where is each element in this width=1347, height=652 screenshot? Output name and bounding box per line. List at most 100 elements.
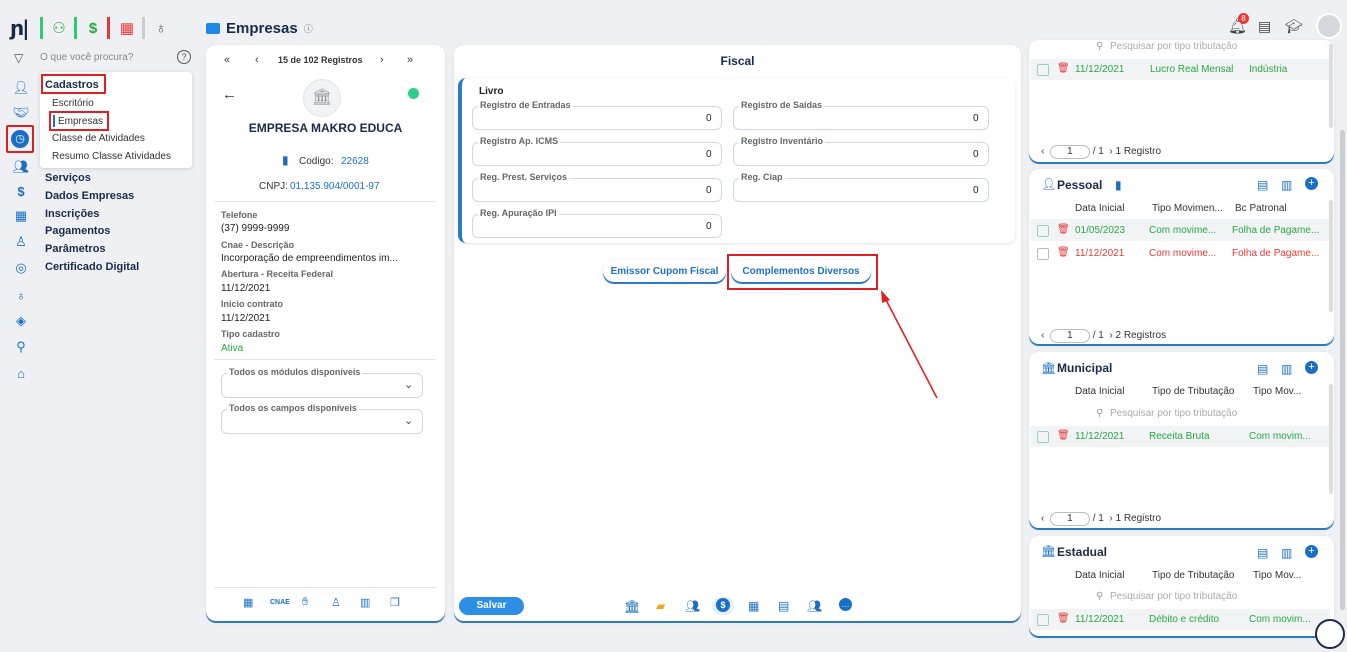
next-page-button[interactable]: › bbox=[1109, 513, 1112, 524]
submenu-item-classe-atividades[interactable]: Classe de Atividades bbox=[52, 133, 145, 144]
assistant-avatar[interactable] bbox=[1315, 619, 1345, 649]
users-icon[interactable]: 👥︎ bbox=[11, 157, 31, 177]
group-icon[interactable]: 👥︎ bbox=[807, 599, 822, 613]
file-icon[interactable]: ▤ bbox=[1257, 362, 1268, 376]
back-arrow-icon[interactable]: ← bbox=[222, 86, 237, 103]
calculator-icon[interactable]: ▦ bbox=[748, 599, 759, 613]
folder-icon[interactable]: ▰ bbox=[656, 599, 665, 613]
home-icon[interactable]: ⌂ bbox=[11, 363, 31, 383]
col-header[interactable]: Tipo de Tributação bbox=[1152, 386, 1234, 397]
scrollbar[interactable] bbox=[1329, 384, 1333, 494]
submenu-item-resumo-classe[interactable]: Resumo Classe Atividades bbox=[52, 151, 171, 162]
users-icon[interactable]: ⚇ bbox=[48, 17, 70, 39]
list-icon[interactable]: ▥ bbox=[1281, 546, 1292, 560]
user-icon[interactable]: 👤︎ bbox=[11, 78, 31, 98]
cnae-tab[interactable]: CNAE bbox=[270, 599, 290, 606]
file-edit-icon[interactable]: ▤ bbox=[778, 599, 789, 613]
row-checkbox[interactable] bbox=[1037, 614, 1049, 626]
trash-icon[interactable]: 🗑︎ bbox=[1057, 224, 1070, 235]
row-checkbox[interactable] bbox=[1037, 248, 1049, 260]
dollar-circle-icon[interactable]: $ bbox=[716, 598, 730, 612]
clock-icon[interactable]: ◷ bbox=[11, 130, 29, 148]
scrollbar[interactable] bbox=[1329, 200, 1333, 312]
page-input[interactable]: 1 bbox=[1049, 329, 1090, 343]
menu-item-dados-empresas[interactable]: Dados Empresas bbox=[45, 190, 134, 202]
app-logo[interactable]: ɲ| bbox=[10, 16, 29, 40]
calculator-icon[interactable]: ▦ bbox=[11, 206, 31, 226]
dollar-circle-icon[interactable]: $ bbox=[11, 181, 31, 201]
col-header[interactable]: Data Inicial bbox=[1075, 203, 1124, 214]
search-input[interactable]: O que você procura? bbox=[40, 52, 133, 63]
page-scrollbar[interactable] bbox=[1340, 130, 1345, 610]
file-icon[interactable]: ▤ bbox=[1257, 178, 1268, 192]
col-header[interactable]: Data Inicial bbox=[1075, 386, 1124, 397]
copy-icon[interactable]: ❐ bbox=[390, 596, 400, 609]
add-icon[interactable]: + bbox=[1305, 545, 1318, 558]
people-icon[interactable]: ♙ bbox=[331, 596, 341, 609]
avatar[interactable] bbox=[1316, 13, 1342, 39]
grid-icon[interactable]: ▦ bbox=[116, 17, 138, 39]
moneybag-icon[interactable]: ♁ bbox=[11, 285, 31, 305]
submenu-item-escritorio[interactable]: Escritório bbox=[52, 98, 94, 109]
document-icon[interactable]: ▤ bbox=[1258, 18, 1271, 35]
graduation-cap-icon[interactable]: 🎓︎ bbox=[1285, 18, 1303, 35]
add-icon[interactable]: + bbox=[1305, 361, 1318, 374]
bank-icon[interactable]: 🏛︎ bbox=[624, 599, 641, 615]
row-checkbox[interactable] bbox=[1037, 64, 1049, 76]
moneybag-icon[interactable]: ♁ bbox=[150, 17, 172, 39]
trash-icon[interactable]: 🗑︎ bbox=[1057, 63, 1070, 74]
list-icon[interactable]: ▥ bbox=[1281, 178, 1292, 192]
prev-page-button[interactable]: ‹ bbox=[1041, 330, 1044, 341]
filter-icon[interactable]: ▽ bbox=[14, 51, 23, 65]
save-button[interactable]: Salvar bbox=[459, 597, 524, 615]
complementos-diversos-button[interactable]: Complementos Diversos bbox=[731, 260, 871, 282]
search-input[interactable]: Pesquisar por tipo tributação bbox=[1110, 591, 1237, 602]
next-record-button[interactable]: › bbox=[380, 54, 384, 66]
search-icon[interactable]: ⚲ bbox=[11, 337, 31, 357]
calendar-icon[interactable]: ▦ bbox=[243, 596, 253, 609]
chevron-down-icon[interactable]: ⌄ bbox=[404, 378, 413, 391]
menu-item-certificado[interactable]: Certificado Digital bbox=[45, 261, 139, 273]
emissor-cupom-button[interactable]: Emissor Cupom Fiscal bbox=[603, 260, 726, 282]
menu-item-inscricoes[interactable]: Inscrições bbox=[45, 208, 99, 220]
col-header[interactable]: Tipo Movimen... bbox=[1152, 203, 1223, 214]
globe-icon[interactable]: ◎ bbox=[11, 258, 31, 278]
search-input[interactable]: Pesquisar por tipo tributação bbox=[1110, 41, 1237, 52]
scrollbar[interactable] bbox=[1329, 44, 1333, 128]
hand-money-icon[interactable]: ✋︎ bbox=[302, 596, 308, 609]
trash-icon[interactable]: 🗑︎ bbox=[1057, 430, 1070, 441]
menu-item-parametros[interactable]: Parâmetros bbox=[45, 243, 106, 255]
page-input[interactable]: 1 bbox=[1049, 512, 1090, 526]
chat-icon[interactable]: … bbox=[839, 598, 852, 611]
submenu-item-empresas[interactable]: Empresas bbox=[58, 116, 103, 127]
col-header[interactable]: Tipo de Tributação bbox=[1152, 570, 1234, 581]
info-icon[interactable]: ⓘ bbox=[304, 22, 313, 35]
col-header[interactable]: Tipo Mov... bbox=[1253, 570, 1301, 581]
add-icon[interactable]: + bbox=[1305, 177, 1318, 190]
prev-record-button[interactable]: ‹ bbox=[255, 54, 259, 66]
col-header[interactable]: Bc Patronal bbox=[1235, 203, 1287, 214]
menu-item-pagamentos[interactable]: Pagamentos bbox=[45, 225, 110, 237]
trash-icon[interactable]: 🗑︎ bbox=[1057, 247, 1070, 258]
table-icon[interactable]: ▥ bbox=[360, 596, 370, 609]
layers-icon[interactable]: ◈ bbox=[11, 311, 31, 331]
doc-icon[interactable]: ▮ bbox=[1115, 178, 1122, 192]
next-page-button[interactable]: › bbox=[1109, 146, 1112, 157]
people-icon[interactable]: 👥︎ bbox=[685, 599, 700, 613]
person-icon[interactable]: ♙ bbox=[11, 232, 31, 252]
menu-item-cadastros[interactable]: Cadastros bbox=[45, 79, 99, 91]
chevron-down-icon[interactable]: ⌄ bbox=[404, 414, 413, 427]
page-input[interactable]: 1 bbox=[1049, 145, 1090, 159]
trash-icon[interactable]: 🗑︎ bbox=[1057, 613, 1070, 624]
col-header[interactable]: Data Inicial bbox=[1075, 570, 1124, 581]
dollar-icon[interactable]: $ bbox=[82, 17, 104, 39]
next-page-button[interactable]: › bbox=[1109, 330, 1112, 341]
list-icon[interactable]: ▥ bbox=[1281, 362, 1292, 376]
col-header[interactable]: Tipo Mov... bbox=[1253, 386, 1301, 397]
prev-page-button[interactable]: ‹ bbox=[1041, 146, 1044, 157]
last-record-button[interactable]: » bbox=[407, 54, 413, 66]
help-icon[interactable]: ? bbox=[177, 50, 191, 64]
prev-page-button[interactable]: ‹ bbox=[1041, 513, 1044, 524]
handshake-icon[interactable]: 🤝︎ bbox=[11, 103, 31, 123]
row-checkbox[interactable] bbox=[1037, 225, 1049, 237]
